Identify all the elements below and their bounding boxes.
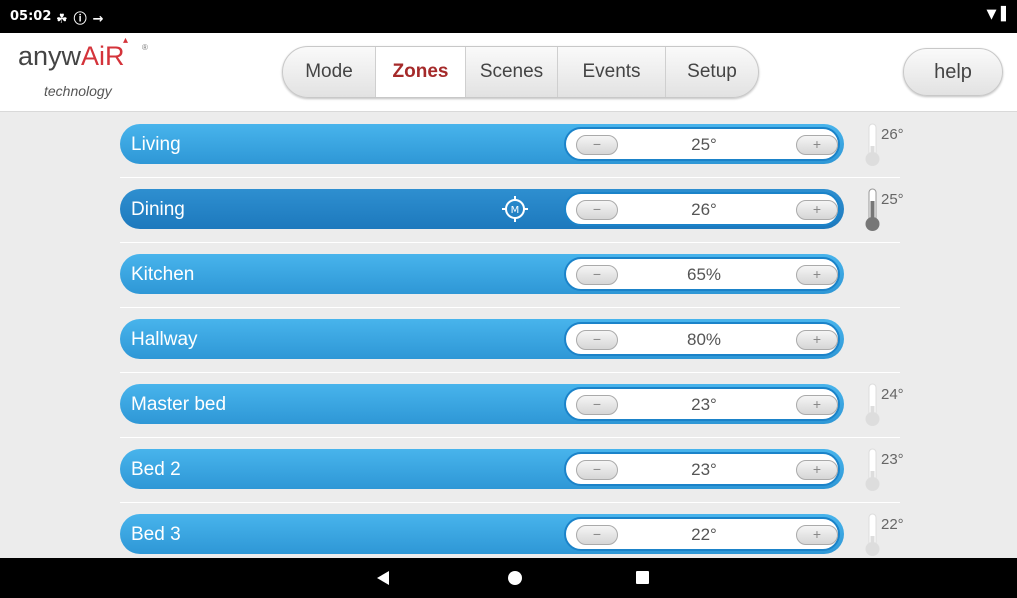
- brand-name: anywAiR: [18, 41, 125, 72]
- actual-temperature: 24°: [881, 386, 904, 403]
- setpoint-control: − 65% +: [564, 257, 840, 291]
- setpoint-control: − 80% +: [564, 322, 840, 356]
- setpoint-value: 23°: [691, 460, 717, 479]
- zone-name: Kitchen: [131, 264, 195, 285]
- status-bar: 05:02 ☘ⓘ→ ▼ ▌: [0, 0, 1017, 33]
- registered-mark: ®: [142, 43, 148, 52]
- zone-bar[interactable]: Kitchen − 65% +: [120, 254, 844, 294]
- zone-row-bed-3: Bed 3 − 22° + 22°: [120, 502, 904, 558]
- actual-temperature: 22°: [881, 516, 904, 533]
- actual-temperature: 26°: [881, 126, 904, 143]
- main-tabs: Mode Zones Scenes Events Setup: [282, 46, 759, 98]
- actual-temperature: 25°: [881, 191, 904, 208]
- tab-scenes[interactable]: Scenes: [465, 47, 557, 97]
- zone-row-hallway: Hallway − 80% +: [120, 307, 900, 373]
- zone-row-master-bed: Master bed − 23° + 24°: [120, 372, 904, 438]
- master-zone-icon: M: [502, 196, 528, 222]
- decrease-button[interactable]: −: [576, 200, 618, 220]
- increase-button[interactable]: +: [796, 265, 838, 285]
- back-icon[interactable]: [377, 571, 389, 585]
- zones-list: Living − 25° + 26° Dining M − 26° + 25° …: [0, 112, 1017, 558]
- decrease-button[interactable]: −: [576, 460, 618, 480]
- thermometer-icon: [865, 383, 880, 426]
- zone-name: Dining: [131, 199, 185, 220]
- system-nav-bar: [0, 558, 1017, 598]
- logo: anywAiR ▴ ® technology: [18, 35, 148, 99]
- logo-wifi-icon: ▴: [123, 35, 129, 46]
- tab-zones[interactable]: Zones: [375, 47, 465, 97]
- zone-name: Bed 2: [131, 459, 181, 480]
- setpoint-value: 22°: [691, 525, 717, 544]
- brand-prefix: anyw: [18, 41, 82, 71]
- zone-bar[interactable]: Bed 3 − 22° +: [120, 514, 844, 554]
- increase-button[interactable]: +: [796, 135, 838, 155]
- increase-button[interactable]: +: [796, 395, 838, 415]
- zone-row-kitchen: Kitchen − 65% +: [120, 242, 900, 308]
- zone-bar[interactable]: Living − 25° +: [120, 124, 844, 164]
- zone-bar[interactable]: Hallway − 80% +: [120, 319, 844, 359]
- thermometer-icon: [865, 188, 880, 231]
- thermometer-icon: [865, 448, 880, 491]
- tab-events[interactable]: Events: [557, 47, 665, 97]
- tab-mode[interactable]: Mode: [283, 47, 375, 97]
- status-time: 05:02: [10, 9, 52, 24]
- zone-name: Hallway: [131, 329, 198, 350]
- increase-button[interactable]: +: [796, 330, 838, 350]
- setpoint-value: 65%: [686, 265, 722, 284]
- help-button[interactable]: help: [903, 48, 1003, 96]
- zone-name: Living: [131, 134, 181, 155]
- thermometer-icon: [865, 513, 880, 556]
- home-icon[interactable]: [508, 571, 522, 585]
- zone-row-dining: Dining M − 26° + 25°: [120, 177, 904, 243]
- app-header: anywAiR ▴ ® technology Mode Zones Scenes…: [0, 33, 1017, 112]
- status-right-icons: ▼ ▌: [986, 7, 1011, 22]
- setpoint-control: − 23° +: [564, 452, 840, 486]
- actual-temperature: 23°: [881, 451, 904, 468]
- increase-button[interactable]: +: [796, 525, 838, 545]
- recents-icon[interactable]: [636, 571, 649, 584]
- setpoint-control: − 23° +: [564, 387, 840, 421]
- notification-icon: ☘: [56, 12, 74, 27]
- decrease-button[interactable]: −: [576, 330, 618, 350]
- zone-bar[interactable]: Dining M − 26° +: [120, 189, 844, 229]
- decrease-button[interactable]: −: [576, 265, 618, 285]
- zone-name: Master bed: [131, 394, 227, 415]
- setpoint-value: 25°: [691, 135, 717, 154]
- status-left-icons: ☘ⓘ→: [56, 8, 110, 27]
- info-icon: ⓘ: [73, 12, 93, 27]
- increase-button[interactable]: +: [796, 200, 838, 220]
- wifi-icon: ▼: [986, 7, 997, 22]
- setpoint-value: 80%: [686, 330, 722, 349]
- battery-icon: ▌: [1001, 7, 1011, 22]
- brand-tagline: technology: [44, 83, 112, 99]
- setpoint-value: 23°: [691, 395, 717, 414]
- increase-button[interactable]: +: [796, 460, 838, 480]
- setpoint-value: 26°: [691, 200, 717, 219]
- zone-bar[interactable]: Master bed − 23° +: [120, 384, 844, 424]
- tab-setup[interactable]: Setup: [665, 47, 758, 97]
- setpoint-control: − 22° +: [564, 517, 840, 551]
- zone-bar[interactable]: Bed 2 − 23° +: [120, 449, 844, 489]
- zone-row-living: Living − 25° + 26°: [120, 112, 904, 178]
- thermometer-icon: [865, 123, 880, 166]
- setpoint-control: − 26° +: [564, 192, 840, 226]
- decrease-button[interactable]: −: [576, 135, 618, 155]
- master-zone-label: M: [511, 205, 520, 216]
- decrease-button[interactable]: −: [576, 395, 618, 415]
- zone-name: Bed 3: [131, 524, 181, 545]
- zone-row-bed-2: Bed 2 − 23° + 23°: [120, 437, 904, 503]
- decrease-button[interactable]: −: [576, 525, 618, 545]
- brand-air: AiR: [81, 41, 125, 71]
- setpoint-control: − 25° +: [564, 127, 840, 161]
- usb-icon: →: [92, 12, 110, 27]
